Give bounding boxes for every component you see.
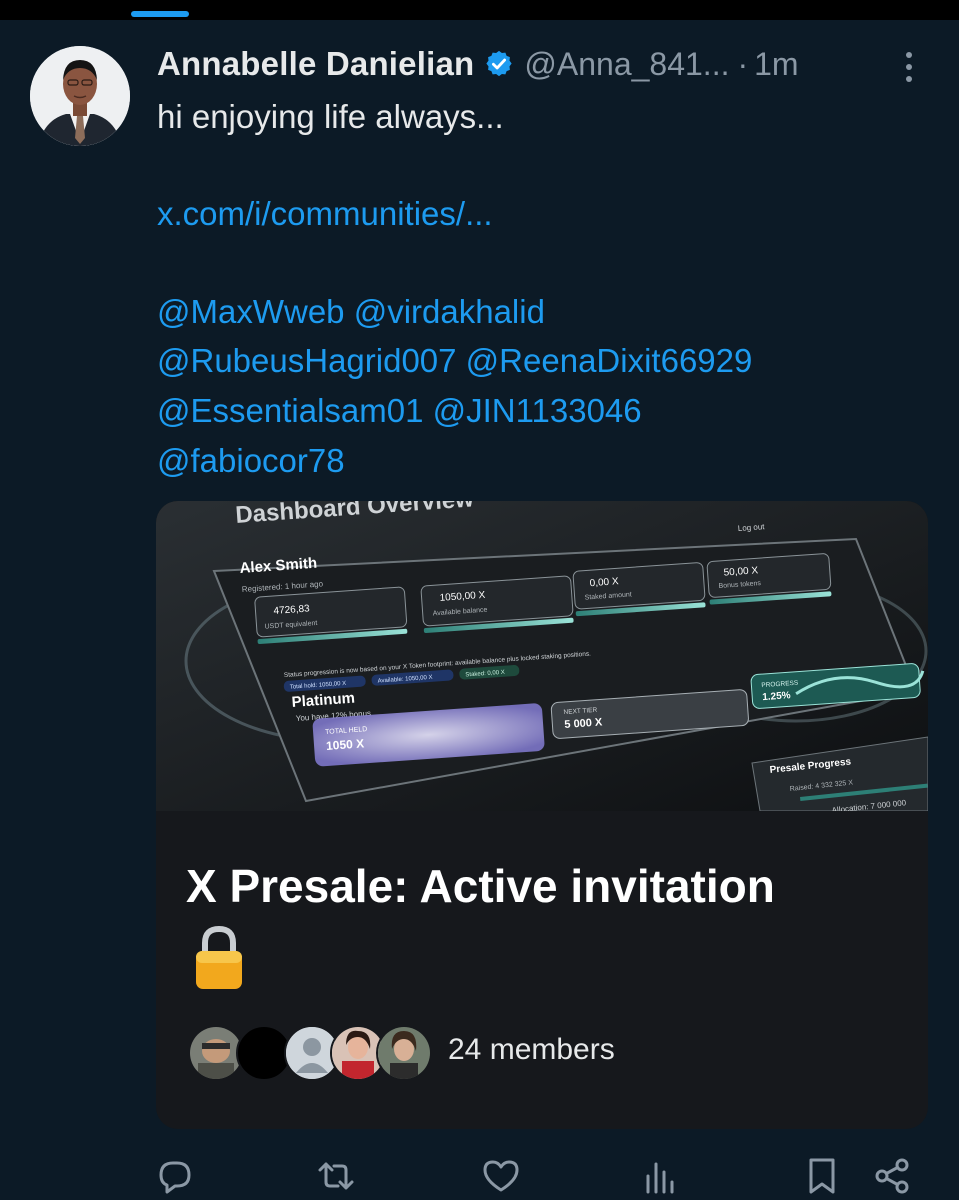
share-icon[interactable] [872, 1156, 912, 1196]
mention-line[interactable]: @RubeusHagrid007 @ReenaDixit66929 [157, 336, 752, 386]
tweet-link[interactable]: x.com/i/communities/... [157, 189, 493, 239]
retweet-icon[interactable] [316, 1156, 356, 1196]
like-icon[interactable] [481, 1156, 521, 1196]
tweet-actions [0, 1152, 959, 1200]
preview-progress-value: 1.25% [762, 690, 791, 703]
header-separator: · [737, 45, 749, 82]
tweet-text: hi enjoying life always... [157, 98, 504, 135]
community-title[interactable]: X Presale: Active invitation [186, 859, 775, 913]
more-options-icon[interactable] [900, 47, 918, 87]
card-preview-image: Dashboard Overview Alex Smith Registered… [156, 501, 928, 811]
preview-total-held-value: 1050 X [326, 736, 365, 753]
author-handle[interactable]: @Anna_841... [524, 46, 729, 83]
author-avatar-image [30, 46, 130, 146]
lock-emoji-icon [196, 925, 242, 989]
tweet-time[interactable]: 1m [754, 46, 798, 83]
mention-line[interactable]: @Essentialsam01 @JIN1133046 [157, 386, 642, 436]
preview-stat-value: 0,00 X [589, 576, 619, 589]
tab-indicator [131, 11, 189, 17]
views-icon[interactable] [640, 1156, 680, 1196]
status-bar [0, 0, 959, 20]
author-name[interactable]: Annabelle Danielian [157, 45, 474, 83]
tweet-header: Annabelle Danielian @Anna_841... · 1m [157, 42, 937, 86]
bookmark-icon[interactable] [802, 1156, 842, 1196]
members-row[interactable]: 24 members [188, 1021, 888, 1081]
author-avatar[interactable] [30, 46, 130, 146]
reply-icon[interactable] [155, 1156, 195, 1196]
community-card[interactable]: Dashboard Overview Alex Smith Registered… [156, 501, 928, 1129]
preview-logout: Log out [738, 522, 766, 533]
mention-line[interactable]: @fabiocor78 [157, 436, 345, 486]
mention-line[interactable]: @MaxWweb @virdakhalid [157, 287, 545, 337]
members-count: 24 members [448, 1033, 615, 1066]
member-avatar [376, 1025, 432, 1081]
verified-badge-icon [486, 50, 513, 77]
